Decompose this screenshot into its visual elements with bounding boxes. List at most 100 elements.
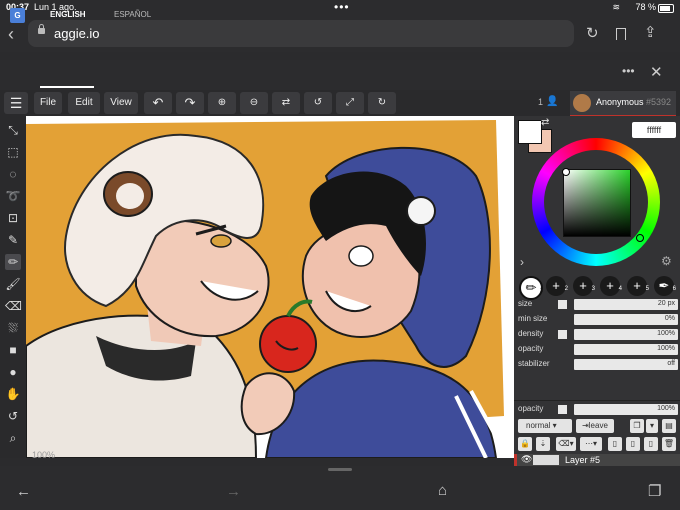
transform-icon[interactable]: ⊡	[5, 210, 21, 226]
back-icon[interactable]: ‹	[8, 24, 14, 45]
primary-color[interactable]	[518, 120, 542, 144]
brush-slot-6[interactable]: ✒ 6	[654, 276, 676, 296]
hex-input[interactable]: ffffff	[632, 122, 676, 138]
visibility-eye-icon[interactable]: 👁	[521, 454, 532, 465]
more-options-icon[interactable]: •••	[622, 64, 635, 78]
layer-opacity-row: opacity 100%	[518, 404, 678, 416]
clipboard-icon[interactable]: ▤	[662, 419, 676, 433]
brush-slot-4[interactable]: +4	[600, 276, 622, 296]
lock-layer-icon[interactable]: 🔒	[518, 437, 532, 451]
url-field[interactable]: aggie.io	[28, 20, 574, 47]
layer-opacity-slider[interactable]: 100%	[574, 404, 678, 415]
size-pressure-checkbox[interactable]	[558, 300, 567, 309]
density-pressure-checkbox[interactable]	[558, 330, 567, 339]
eraser-layer-icon[interactable]: ⌫▾	[556, 437, 576, 451]
ellipse-icon[interactable]: ●	[5, 364, 21, 380]
tab-spanish[interactable]: ESPAÑOL	[114, 10, 151, 19]
copy-layer-icon[interactable]: ▯	[644, 437, 658, 451]
more-layer-icon[interactable]: ⋯▾	[580, 437, 602, 451]
delete-layer-icon[interactable]: 🗑	[662, 437, 676, 451]
new-layer-icon[interactable]: ▯	[608, 437, 622, 451]
size-slider[interactable]: 20 px	[574, 299, 678, 310]
zoom-out-icon[interactable]: ⊖	[240, 92, 268, 114]
layer-name: Layer #5	[565, 455, 601, 465]
zoom-level: 100%	[32, 450, 56, 460]
redo-icon[interactable]: ↷	[176, 92, 204, 114]
opacity-row: opacity 100%	[518, 344, 678, 356]
home-icon[interactable]: ⌂	[438, 482, 447, 499]
nav-forward-icon[interactable]: →	[226, 483, 241, 500]
rectangle-icon[interactable]: ■	[5, 342, 21, 358]
pencil-icon[interactable]: ✏	[5, 254, 21, 270]
zoom-in-icon[interactable]: ⊕	[208, 92, 236, 114]
menu-icon[interactable]: ☰	[4, 92, 28, 114]
lock-icon	[38, 24, 45, 34]
hue-handle[interactable]	[636, 234, 644, 242]
move-tool-icon[interactable]: ⤡	[5, 122, 21, 138]
layer-item[interactable]: 👁 Layer #5	[514, 454, 680, 466]
blend-mode-select[interactable]: normal ▾	[518, 419, 572, 433]
duplicate-icon[interactable]: ❐	[630, 419, 644, 433]
new-folder-icon[interactable]: ▯	[626, 437, 640, 451]
eraser-icon[interactable]: ⌫	[5, 298, 22, 314]
multitask-dots-icon[interactable]: •••	[334, 0, 350, 14]
leave-button[interactable]: ⇥leave	[576, 419, 614, 433]
brush-slot-5[interactable]: +5	[627, 276, 649, 296]
size-row: size 20 px	[518, 299, 678, 311]
eyedropper-icon[interactable]: ✎	[5, 232, 21, 248]
brush-slot-3[interactable]: +3	[573, 276, 595, 296]
battery-icon	[658, 4, 674, 13]
share-icon[interactable]: ⇪	[644, 23, 657, 41]
close-icon[interactable]: ✕	[650, 63, 663, 81]
user-badge[interactable]: Anonymous #5392	[570, 91, 676, 117]
zoom-icon[interactable]: ⌕	[5, 430, 21, 446]
minsize-label: min size	[518, 314, 548, 323]
file-menu[interactable]: File	[34, 92, 62, 114]
rotate-left-icon[interactable]: ↺	[304, 92, 332, 114]
ellipse-select-icon[interactable]: ◌	[5, 166, 21, 182]
saturation-square[interactable]	[563, 169, 631, 237]
minsize-slider[interactable]: 0%	[574, 314, 678, 325]
brush-slot-2[interactable]: +2	[546, 276, 568, 296]
lasso-icon[interactable]: ➰	[5, 188, 21, 204]
stabilizer-slider[interactable]: off	[574, 359, 678, 370]
stabilizer-row: stabilizer off	[518, 359, 678, 371]
view-menu[interactable]: View	[104, 92, 138, 114]
reload-icon[interactable]: ↻	[586, 24, 599, 42]
fullscreen-icon[interactable]: ⤢	[336, 92, 364, 114]
layer-opacity-checkbox[interactable]	[558, 405, 567, 414]
opacity-slider[interactable]: 100%	[574, 344, 678, 355]
user-tag: #5392	[646, 97, 672, 107]
fill-bucket-icon[interactable]: ⛆	[5, 320, 21, 336]
divider	[514, 400, 680, 401]
users-icon[interactable]: 👤	[546, 96, 558, 107]
translate-bar	[0, 60, 680, 91]
undo-icon[interactable]: ↶	[144, 92, 172, 114]
brush-icon[interactable]: 🖌	[5, 276, 21, 292]
bookmark-icon[interactable]	[616, 28, 626, 40]
density-slider[interactable]: 100%	[574, 329, 678, 340]
rect-select-icon[interactable]: ⬚	[5, 144, 21, 160]
stabilizer-label: stabilizer	[518, 359, 550, 368]
dropdown-icon[interactable]: ▾	[646, 419, 658, 433]
tab-english[interactable]: ENGLISH	[50, 10, 86, 19]
brush-slot-1[interactable]: ✏ 1	[519, 276, 543, 300]
avatar	[573, 94, 591, 112]
status-bar: 00:37 Lun 1 ago. ••• 78 % ≋	[0, 0, 680, 16]
expand-chevron-icon[interactable]: ›	[520, 255, 524, 269]
edit-menu[interactable]: Edit	[68, 92, 100, 114]
flip-icon[interactable]: ⇄	[272, 92, 300, 114]
rotate-view-icon[interactable]: ↺	[5, 408, 21, 424]
color-picker-handle[interactable]	[562, 168, 570, 176]
settings-gear-icon[interactable]: ⚙	[661, 254, 672, 268]
tab-english-underline	[40, 86, 94, 88]
hand-icon[interactable]: ✋	[5, 386, 21, 402]
nav-back-icon[interactable]: ←	[16, 483, 31, 500]
rotate-right-icon[interactable]: ↻	[368, 92, 396, 114]
drawing-canvas[interactable]	[26, 116, 514, 458]
hue-wheel[interactable]	[532, 138, 660, 266]
swap-colors-icon[interactable]: ⇄	[541, 117, 549, 128]
merge-down-icon[interactable]: ⇣	[536, 437, 550, 451]
layer-thumbnail	[533, 455, 559, 465]
tabs-icon[interactable]: ❐	[648, 482, 661, 500]
